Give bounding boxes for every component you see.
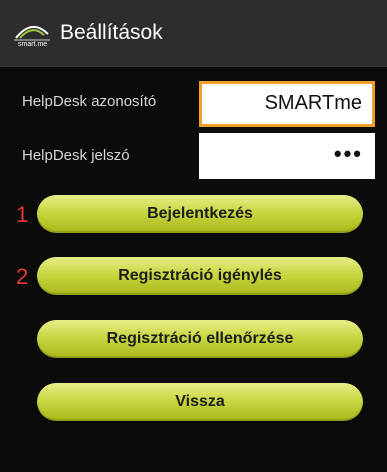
- smartme-logo-icon[interactable]: smart.me: [12, 20, 52, 48]
- svg-text:smart.me: smart.me: [18, 41, 47, 48]
- check-registration-button[interactable]: Regisztráció ellenőrzése: [37, 320, 363, 358]
- username-label: HelpDesk azonosító: [22, 93, 157, 110]
- action-bar: smart.me Beállítások: [0, 0, 387, 67]
- request-registration-button[interactable]: Regisztráció igénylés: [37, 257, 363, 295]
- back-button[interactable]: Vissza: [37, 383, 363, 421]
- marker-2: 2: [16, 264, 29, 289]
- helpdesk-id-field[interactable]: SMARTme: [199, 81, 375, 127]
- marker-1: 1: [16, 202, 29, 227]
- page-title: Beállítások: [60, 21, 163, 44]
- login-button[interactable]: Bejelentkezés: [37, 195, 363, 233]
- helpdesk-password-field[interactable]: •••: [199, 133, 375, 179]
- password-label: HelpDesk jelszó: [22, 147, 130, 164]
